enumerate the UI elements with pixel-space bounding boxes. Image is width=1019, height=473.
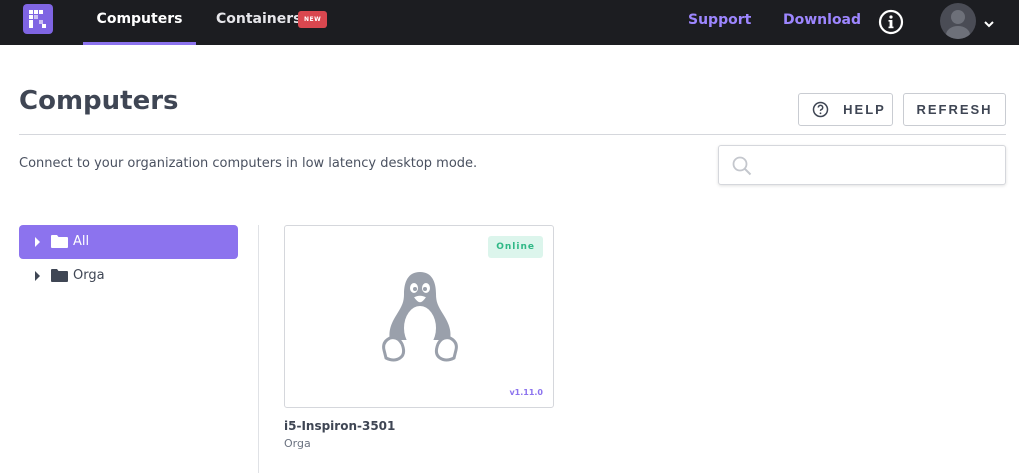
computer-name[interactable]: i5-Inspiron-3501 — [284, 419, 395, 433]
help-button[interactable]: HELP — [798, 93, 893, 126]
linux-tux-icon — [382, 272, 458, 362]
caret-right-icon[interactable] — [34, 271, 41, 281]
help-question-icon — [812, 101, 829, 118]
search-box[interactable] — [718, 145, 1006, 185]
computer-card[interactable]: Online v1.11.0 — [284, 225, 554, 408]
folder-icon — [51, 235, 68, 248]
tab-containers[interactable]: Containers NEW — [204, 0, 334, 45]
status-badge: Online — [488, 236, 543, 258]
chevron-down-icon[interactable] — [983, 15, 995, 34]
caret-right-icon[interactable] — [34, 237, 41, 247]
tab-containers-label: Containers — [216, 11, 302, 27]
folder-icon — [51, 269, 68, 282]
agent-version: v1.11.0 — [509, 388, 543, 397]
support-link[interactable]: Support — [688, 12, 751, 28]
new-badge: NEW — [298, 11, 328, 28]
tree-item-orga[interactable]: Orga — [19, 259, 238, 293]
download-link[interactable]: Download — [783, 12, 861, 28]
info-icon[interactable] — [878, 9, 904, 35]
tab-computers-label: Computers — [96, 11, 183, 27]
tab-computers[interactable]: Computers — [83, 0, 196, 45]
app-logo-icon[interactable] — [23, 4, 53, 34]
refresh-button[interactable]: REFRESH — [903, 93, 1006, 126]
page-title: Computers — [19, 86, 179, 116]
active-tab-underline — [83, 42, 196, 45]
page-subtitle: Connect to your organization computers i… — [19, 156, 478, 171]
search-input[interactable] — [759, 154, 999, 176]
help-button-label: HELP — [843, 102, 886, 117]
sidebar-separator — [258, 225, 259, 473]
user-avatar-icon[interactable] — [940, 3, 976, 39]
search-icon — [732, 156, 752, 176]
computer-group: Orga — [284, 437, 311, 450]
tree-item-all[interactable]: All — [19, 225, 238, 259]
tree-item-label: All — [73, 234, 90, 249]
tree-item-label: Orga — [73, 268, 105, 283]
top-navbar: Computers Containers NEW Support Downloa… — [0, 0, 1019, 45]
header-divider — [19, 134, 1006, 135]
